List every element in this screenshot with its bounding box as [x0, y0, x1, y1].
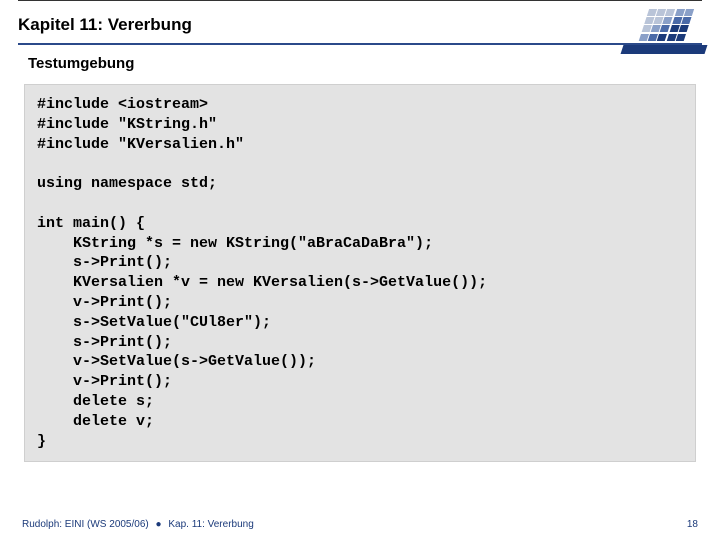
- bullet-icon: ●: [152, 519, 166, 530]
- top-rule: [18, 0, 702, 1]
- code-listing: #include <iostream> #include "KString.h"…: [24, 84, 696, 462]
- brand-logo: [644, 9, 702, 51]
- footer: Rudolph: EINI (WS 2005/06) ● Kap. 11: Ve…: [0, 519, 720, 530]
- page-number: 18: [687, 519, 698, 530]
- header: Kapitel 11: Vererbung: [0, 3, 720, 41]
- footer-chapter: Kap. 11: Vererbung: [168, 519, 253, 530]
- slide-subtitle: Testumgebung: [0, 45, 720, 80]
- footer-left: Rudolph: EINI (WS 2005/06) ● Kap. 11: Ve…: [22, 519, 254, 530]
- chapter-title: Kapitel 11: Vererbung: [18, 11, 702, 37]
- footer-course: Rudolph: EINI (WS 2005/06): [22, 519, 149, 530]
